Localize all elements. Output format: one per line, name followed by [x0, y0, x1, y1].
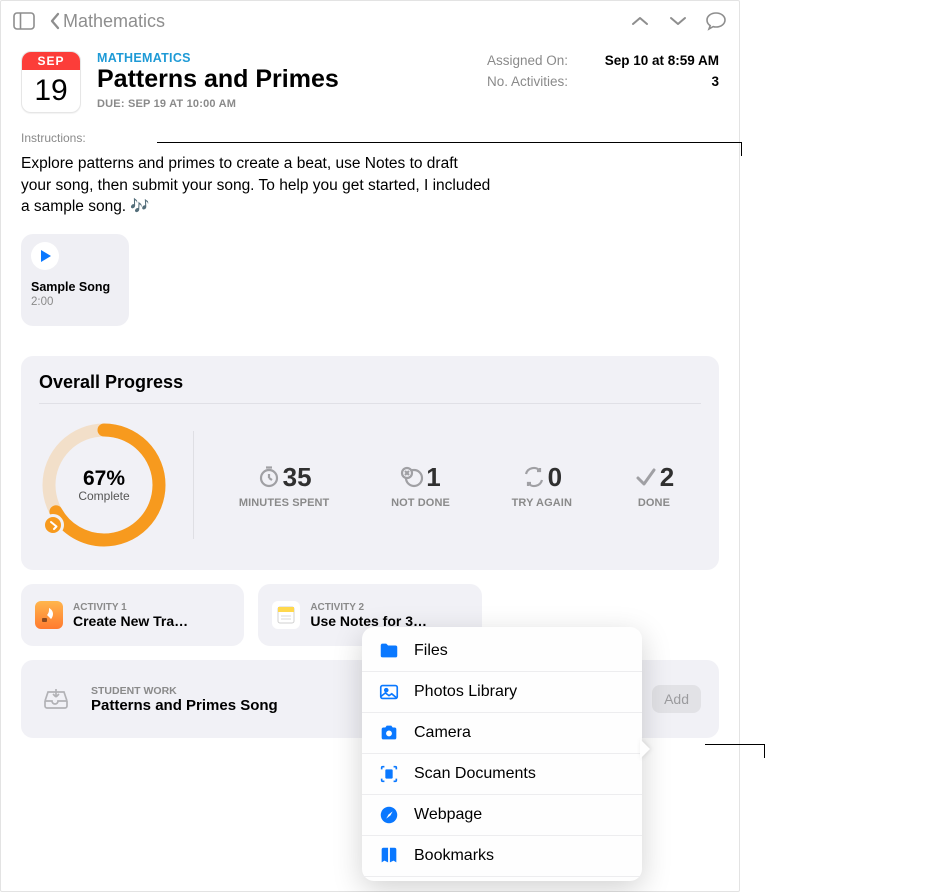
chat-icon[interactable]	[703, 8, 729, 34]
menu-item-scan-label: Scan Documents	[414, 765, 536, 783]
activity-1-title: Create New Tra…	[73, 613, 188, 629]
bookmark-icon	[378, 845, 400, 867]
callout-arrow	[640, 739, 650, 759]
menu-item-photos-label: Photos Library	[414, 683, 517, 701]
menu-item-files[interactable]: Files	[362, 631, 642, 672]
instructions-text: Explore patterns and primes to create a …	[21, 153, 491, 218]
folder-icon	[378, 640, 400, 662]
check-icon	[634, 465, 658, 489]
assigned-on-value: Sep 10 at 8:59 AM	[605, 53, 719, 68]
chevron-up-icon[interactable]	[627, 8, 653, 34]
annotation-line	[764, 744, 765, 758]
menu-item-camera-label: Camera	[414, 724, 471, 742]
annotation-line	[741, 142, 742, 156]
notes-icon	[272, 601, 300, 629]
stat-tryagain: 0 TRY AGAIN	[512, 462, 572, 509]
progress-percent-label: Complete	[78, 489, 129, 503]
activity-1-kicker: ACTIVITY 1	[73, 602, 188, 613]
menu-item-bookmarks-label: Bookmarks	[414, 847, 494, 865]
student-work-kicker: STUDENT WORK	[91, 685, 278, 697]
due-day: 19	[22, 70, 80, 108]
menu-item-files-label: Files	[414, 642, 448, 660]
add-button[interactable]: Add	[652, 685, 701, 713]
stat-done: 2 DONE	[634, 462, 674, 509]
activity-card-1[interactable]: ACTIVITY 1Create New Tra…	[21, 584, 244, 646]
student-work-title: Patterns and Primes Song	[91, 697, 278, 714]
assigned-on-label: Assigned On:	[487, 53, 568, 68]
activity-2-kicker: ACTIVITY 2	[310, 602, 427, 613]
due-month: SEP	[22, 52, 80, 70]
toolbar: Mathematics	[1, 1, 739, 41]
annotation-line	[157, 142, 742, 143]
play-icon[interactable]	[31, 242, 59, 270]
garageband-icon	[35, 601, 63, 629]
assignment-header: SEP 19 MATHEMATICS Patterns and Primes D…	[1, 41, 739, 113]
photos-icon	[378, 681, 400, 703]
progress-percent: 67%	[83, 467, 125, 491]
sample-song-card[interactable]: Sample Song 2:00	[21, 234, 129, 326]
add-popup-menu: Files Photos Library Camera Scan Documen…	[362, 627, 642, 881]
notdone-icon	[400, 465, 424, 489]
scan-icon	[378, 763, 400, 785]
menu-item-camera[interactable]: Camera	[362, 713, 642, 754]
activities-label: No. Activities:	[487, 74, 568, 89]
progress-check-icon	[42, 514, 64, 536]
menu-item-bookmarks[interactable]: Bookmarks	[362, 836, 642, 877]
progress-ring: 67% Complete	[39, 420, 169, 550]
sidebar-toggle-icon[interactable]	[11, 8, 37, 34]
stat-minutes: 35 MINUTES SPENT	[239, 462, 330, 509]
vertical-divider	[193, 431, 194, 539]
overall-progress-panel: Overall Progress 67% Complete 35 MINUTES…	[21, 356, 719, 570]
menu-item-photos[interactable]: Photos Library	[362, 672, 642, 713]
progress-heading: Overall Progress	[39, 372, 701, 393]
menu-item-webpage-label: Webpage	[414, 806, 482, 824]
camera-icon	[378, 722, 400, 744]
divider	[39, 403, 701, 404]
safari-icon	[378, 804, 400, 826]
instructions-section: Instructions: Explore patterns and prime…	[1, 113, 739, 218]
stat-notdone: 1 NOT DONE	[391, 462, 450, 509]
due-text: DUE: SEP 19 AT 10:00 AM	[97, 98, 719, 110]
inbox-icon	[39, 682, 73, 716]
back-button[interactable]: Mathematics	[49, 11, 165, 32]
retry-icon	[522, 465, 546, 489]
assignment-meta: Assigned On: Sep 10 at 8:59 AM No. Activi…	[487, 53, 719, 95]
annotation-line	[705, 744, 765, 745]
menu-item-scan[interactable]: Scan Documents	[362, 754, 642, 795]
back-label: Mathematics	[63, 11, 165, 32]
sample-duration: 2:00	[31, 296, 119, 308]
due-date-icon: SEP 19	[21, 51, 81, 113]
sample-title: Sample Song	[31, 280, 119, 294]
clock-icon	[257, 465, 281, 489]
activities-value: 3	[711, 74, 719, 89]
menu-item-webpage[interactable]: Webpage	[362, 795, 642, 836]
chevron-down-icon[interactable]	[665, 8, 691, 34]
